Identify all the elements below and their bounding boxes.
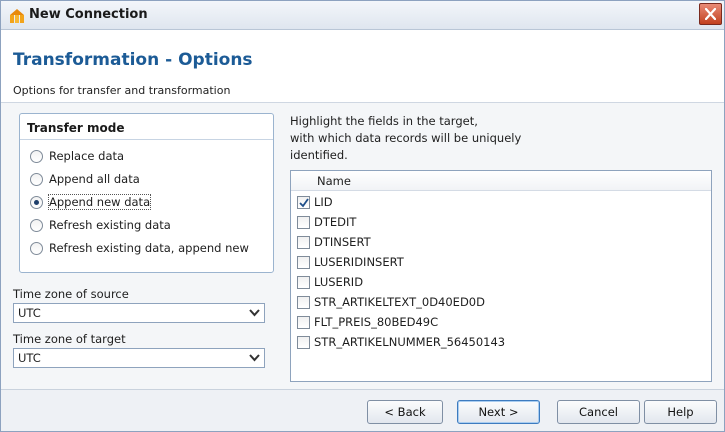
radio-label: Append new data	[47, 194, 152, 210]
checkbox[interactable]	[297, 275, 310, 289]
transfer-mode-group: Transfer mode Replace data Append all da…	[19, 113, 274, 273]
radio-label: Replace data	[49, 149, 125, 163]
source-timezone-select[interactable]: UTC	[13, 303, 265, 323]
title-bar[interactable]: New Connection	[1, 1, 724, 30]
list-item-lid[interactable]: LID	[297, 194, 333, 210]
list-item-label: STR_ARTIKELNUMMER_56450143	[314, 335, 506, 349]
radio-button[interactable]	[30, 195, 43, 209]
radio-append-all-data[interactable]: Append all data	[30, 170, 140, 188]
list-item-label: LUSERIDINSERT	[314, 255, 404, 269]
list-item-label: DTEDIT	[314, 215, 357, 229]
radio-button[interactable]	[30, 149, 43, 163]
radio-label: Append all data	[49, 172, 140, 186]
back-button[interactable]: < Back	[367, 400, 443, 424]
select-value: UTC	[18, 351, 41, 365]
list-item-str-artikeltext[interactable]: STR_ARTIKELTEXT_0D40ED0D	[297, 294, 485, 310]
next-button[interactable]: Next >	[457, 400, 540, 424]
page-subtitle: Options for transfer and transformation	[13, 84, 231, 97]
cancel-button[interactable]: Cancel	[557, 400, 640, 424]
list-item-luseridinsert[interactable]: LUSERIDINSERT	[297, 254, 404, 270]
radio-label: Refresh existing data, append new	[49, 241, 249, 255]
checkmark-icon	[299, 197, 309, 207]
help-button[interactable]: Help	[644, 400, 717, 424]
target-timezone-label: Time zone of target	[13, 332, 126, 346]
transfer-mode-title: Transfer mode	[27, 121, 125, 135]
target-fields-list[interactable]: Name LID DTEDIT DTINSERT LUSERIDINSERT L…	[290, 170, 712, 382]
column-header-name: Name	[317, 174, 351, 188]
hint-line: with which data records will be uniquely	[290, 131, 522, 145]
divider	[20, 139, 273, 140]
target-timezone-select[interactable]: UTC	[13, 348, 265, 368]
list-item-label: FLT_PREIS_80BED49C	[314, 315, 439, 329]
dialog-window: New Connection Transformation - Options …	[0, 0, 725, 432]
radio-button[interactable]	[30, 172, 43, 186]
checkbox[interactable]	[297, 335, 310, 349]
checkbox[interactable]	[297, 235, 310, 249]
checkbox[interactable]	[297, 215, 310, 229]
page-title: Transformation - Options	[13, 50, 253, 70]
list-item-label: STR_ARTIKELTEXT_0D40ED0D	[314, 295, 485, 309]
radio-button[interactable]	[30, 241, 43, 255]
window-title: New Connection	[29, 7, 148, 22]
hint-line: Highlight the fields in the target,	[290, 114, 478, 128]
close-icon	[705, 8, 716, 20]
list-column-header[interactable]: Name	[291, 171, 711, 191]
list-item-label: LID	[314, 195, 333, 209]
list-item-label: LUSERID	[314, 275, 364, 289]
select-value: UTC	[18, 306, 41, 320]
radio-replace-data[interactable]: Replace data	[30, 147, 124, 165]
chevron-down-icon[interactable]	[246, 305, 263, 321]
list-item-str-artikelnummer[interactable]: STR_ARTIKELNUMMER_56450143	[297, 334, 505, 350]
chevron-down-icon[interactable]	[246, 350, 263, 366]
list-item-label: DTINSERT	[314, 235, 371, 249]
checkbox[interactable]	[297, 295, 310, 309]
radio-append-new-data[interactable]: Append new data	[30, 193, 152, 211]
list-item-luserid[interactable]: LUSERID	[297, 274, 363, 290]
checkbox[interactable]	[297, 315, 310, 329]
list-item-dtedit[interactable]: DTEDIT	[297, 214, 356, 230]
radio-refresh-existing-data[interactable]: Refresh existing data	[30, 216, 171, 234]
checkbox[interactable]	[297, 255, 310, 269]
list-item-flt-preis[interactable]: FLT_PREIS_80BED49C	[297, 314, 438, 330]
close-button[interactable]	[699, 3, 722, 25]
page-header: Transformation - Options Options for tra…	[1, 30, 724, 103]
radio-button[interactable]	[30, 218, 43, 232]
app-logo-icon	[9, 8, 25, 24]
fields-hint: Highlight the fields in the target, with…	[290, 113, 710, 164]
source-timezone-label: Time zone of source	[13, 287, 129, 301]
hint-line: identified.	[290, 148, 348, 162]
radio-label: Refresh existing data	[49, 218, 171, 232]
list-item-dtinsert[interactable]: DTINSERT	[297, 234, 371, 250]
radio-refresh-existing-append-new[interactable]: Refresh existing data, append new	[30, 239, 249, 257]
checkbox[interactable]	[297, 195, 310, 209]
